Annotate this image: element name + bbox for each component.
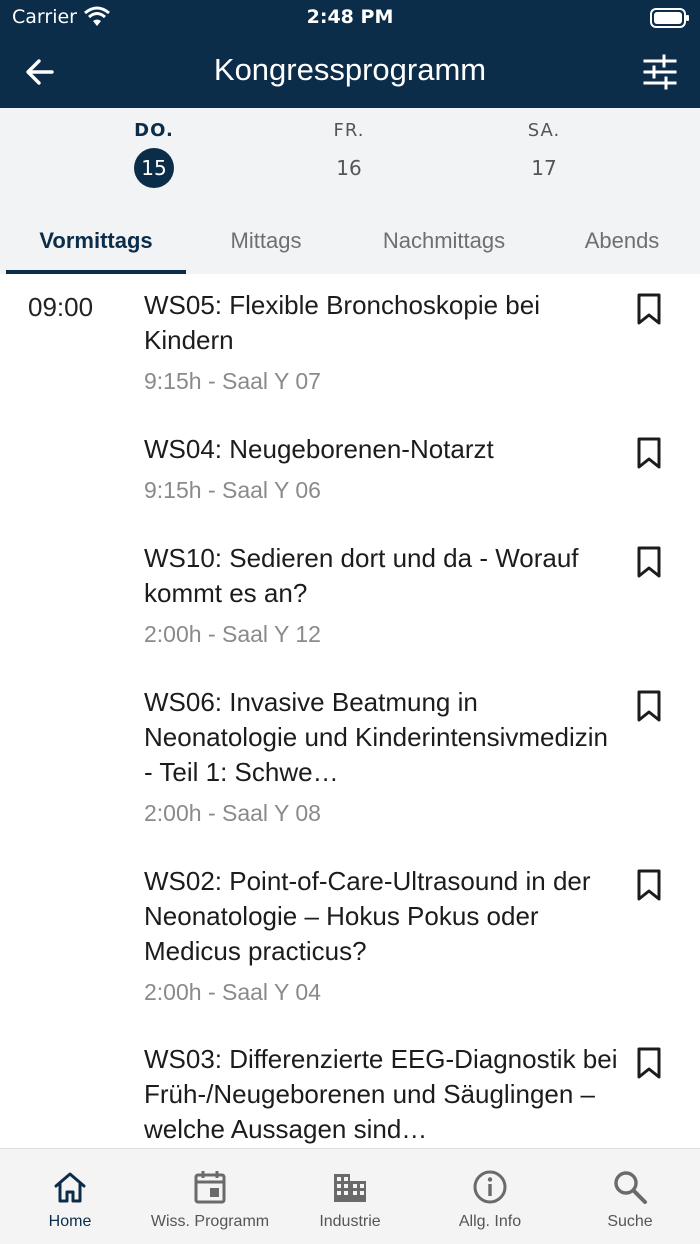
calendar-icon	[194, 1171, 226, 1204]
day-saturday[interactable]: SA. 17	[484, 118, 604, 188]
session-list[interactable]: 09:00 WS05: Flexible Bronchoskopie bei K…	[0, 274, 700, 1148]
info-icon	[473, 1170, 507, 1204]
page-title: Kongressprogramm	[213, 52, 487, 87]
nav-label: Wiss. Programm	[150, 1213, 270, 1230]
day-friday[interactable]: FR. 16	[289, 118, 409, 188]
list-item[interactable]: WS06: Invasive Beatmung in Neonatologie …	[144, 685, 684, 827]
day-thursday[interactable]: DO. 15	[94, 118, 214, 188]
session-meta: 2:00h - Saal Y 08	[144, 800, 321, 826]
tab-abends[interactable]: Abends	[542, 210, 700, 274]
session-title: WS06: Invasive Beatmung in Neonatologie …	[144, 687, 608, 787]
bookmark-icon[interactable]	[634, 868, 664, 902]
session-meta: 2:00h - Saal Y 12	[144, 621, 321, 647]
session-meta: 9:15h - Saal Y 06	[144, 477, 321, 503]
list-item[interactable]: WS03: Differenzierte EEG-Diagnostik bei …	[144, 1042, 684, 1148]
status-time: 2:48 PM	[306, 6, 394, 28]
session-meta: 9:15h - Saal Y 07	[144, 368, 321, 394]
list-item[interactable]: WS10: Sedieren dort und da - Worauf komm…	[144, 541, 684, 648]
session-meta: 2:00h - Saal Y 04	[144, 979, 321, 1005]
day-selector: DO. 15 FR. 16 SA. 17	[0, 108, 700, 210]
nav-home[interactable]: Home	[0, 1149, 140, 1244]
bookmark-icon[interactable]	[634, 292, 664, 326]
nav-label: Allg. Info	[458, 1213, 522, 1230]
bookmark-icon[interactable]	[634, 436, 664, 470]
sliders-icon[interactable]	[642, 54, 678, 90]
nav-label: Home	[48, 1213, 92, 1230]
day-number: 16	[336, 156, 362, 180]
bookmark-icon[interactable]	[634, 1046, 664, 1080]
session-title: WS05: Flexible Bronchoskopie bei Kindern	[144, 290, 540, 355]
battery-icon	[650, 8, 689, 28]
session-title: WS10: Sedieren dort und da - Worauf komm…	[144, 543, 579, 608]
session-title: WS04: Neugeborenen-Notarzt	[144, 434, 494, 464]
time-of-day-tabs: Vormittags Mittags Nachmittags Abends	[0, 210, 700, 274]
nav-label: Industrie	[319, 1213, 381, 1230]
time-slot-label: 09:00	[28, 292, 94, 322]
building-icon	[334, 1174, 366, 1202]
list-item[interactable]: WS04: Neugeborenen-Notarzt 9:15h - Saal …	[144, 432, 684, 504]
day-label: SA.	[527, 120, 561, 141]
tab-mittags[interactable]: Mittags	[186, 210, 346, 274]
home-icon	[54, 1172, 86, 1203]
nav-label: Suche	[607, 1213, 653, 1230]
bookmark-icon[interactable]	[634, 545, 664, 579]
nav-industrie[interactable]: Industrie	[280, 1149, 420, 1244]
app-header: Carrier 2:48 PM Kongressprogramm	[0, 0, 700, 108]
list-item[interactable]: WS05: Flexible Bronchoskopie bei Kindern…	[144, 288, 684, 395]
nav-wiss-programm[interactable]: Wiss. Programm	[140, 1149, 280, 1244]
tab-nachmittags[interactable]: Nachmittags	[346, 210, 542, 274]
day-label: DO.	[134, 120, 174, 141]
search-icon	[614, 1171, 647, 1204]
bookmark-icon[interactable]	[634, 689, 664, 723]
session-title: WS03: Differenzierte EEG-Diagnostik bei …	[144, 1044, 618, 1144]
status-bar: Carrier 2:48 PM	[0, 0, 700, 36]
list-item[interactable]: WS02: Point-of-Care-Ultrasound in der Ne…	[144, 864, 684, 1006]
nav-allg-info[interactable]: Allg. Info	[420, 1149, 560, 1244]
tab-vormittags[interactable]: Vormittags	[6, 210, 186, 274]
day-number: 15	[134, 148, 174, 188]
session-title: WS02: Point-of-Care-Ultrasound in der Ne…	[144, 866, 591, 966]
nav-suche[interactable]: Suche	[560, 1149, 700, 1244]
bottom-nav: Home Wiss. Programm Industrie Allg. Info…	[0, 1148, 700, 1244]
day-number: 17	[531, 156, 557, 180]
day-label: FR.	[333, 120, 365, 141]
